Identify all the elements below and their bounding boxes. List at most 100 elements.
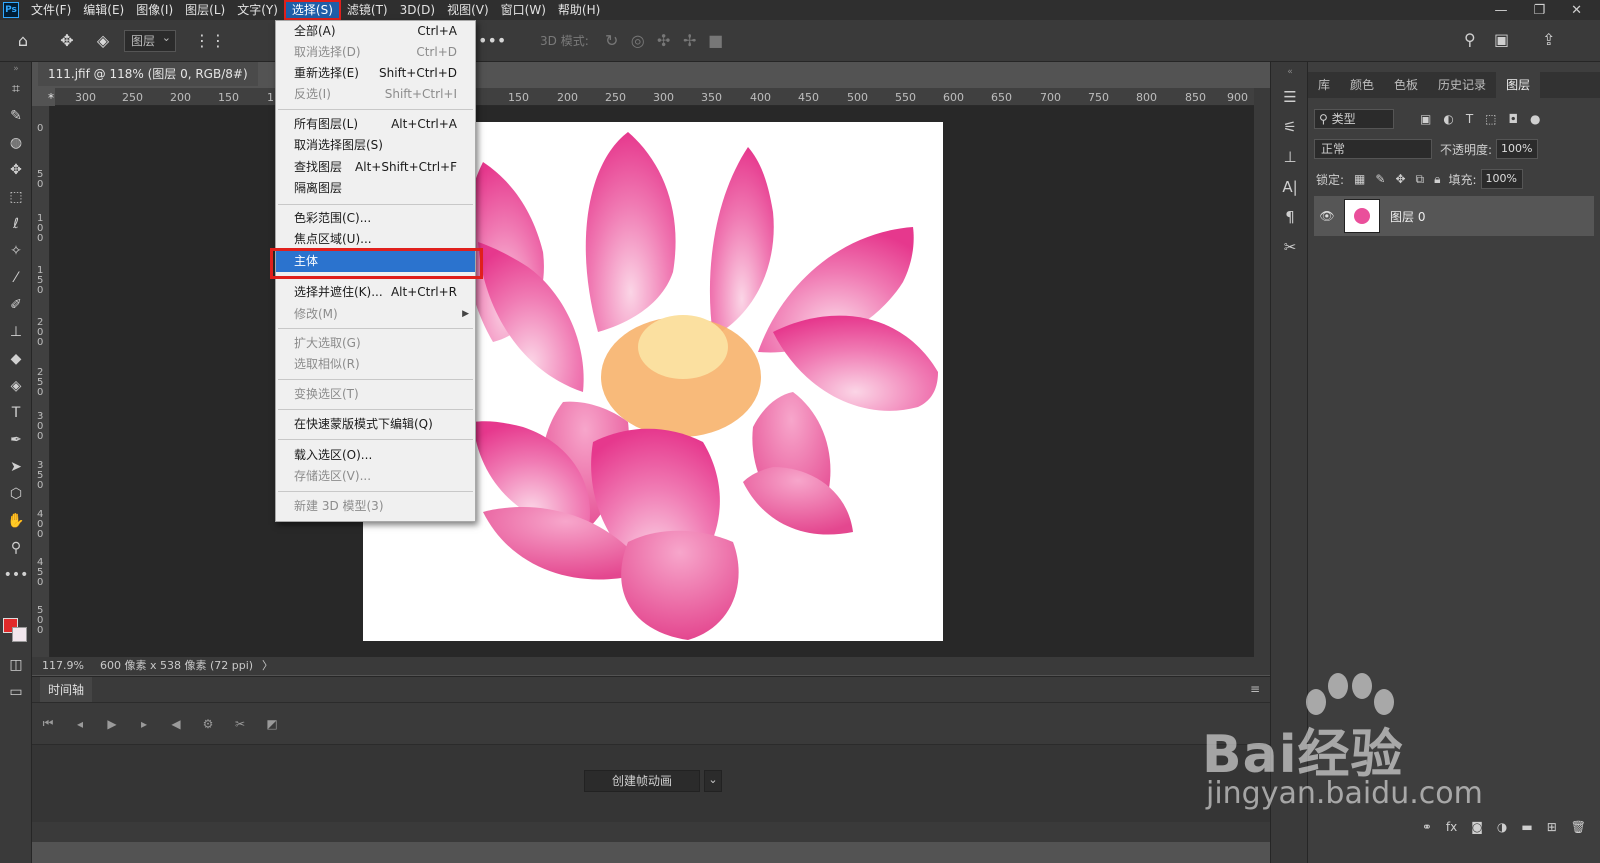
background-color-swatch[interactable]	[12, 627, 27, 642]
prev-frame-icon[interactable]: ◂	[64, 717, 96, 731]
next-frame-icon[interactable]: ▸	[128, 717, 160, 731]
menu-item-focus-area[interactable]: 焦点区域(U)...	[276, 229, 475, 250]
menu-item-find-layers[interactable]: 查找图层 Alt+Shift+Ctrl+F	[276, 157, 475, 178]
first-frame-icon[interactable]: ⏮	[32, 716, 64, 731]
add-mask-icon[interactable]: ◙	[1471, 820, 1483, 834]
more-tools-icon[interactable]: •••	[0, 562, 32, 589]
menu-type[interactable]: 文字(Y)	[231, 0, 284, 20]
play-icon[interactable]: ▶	[96, 717, 128, 731]
3d-pan-icon[interactable]: ✣	[653, 30, 675, 52]
pixel-filter-icon[interactable]: ▣	[1420, 112, 1431, 126]
create-frame-animation-button[interactable]: 创建帧动画	[584, 770, 700, 792]
menu-item-similar[interactable]: 选取相似(R)	[276, 354, 475, 375]
more-options-icon[interactable]: •••	[478, 30, 506, 52]
minimize-icon[interactable]: —	[1494, 3, 1507, 18]
canvas-area[interactable]	[50, 106, 1254, 657]
workspace-icon[interactable]: ▣	[1494, 30, 1509, 49]
crop-tool-icon[interactable]: ⌗	[0, 76, 32, 103]
menu-item-quick-mask[interactable]: 在快速蒙版模式下编辑(Q)	[276, 414, 475, 435]
menu-edit[interactable]: 编辑(E)	[77, 0, 130, 20]
blend-mode-select[interactable]: 正常	[1314, 139, 1432, 159]
link-layers-icon[interactable]: ⚭	[1422, 820, 1432, 834]
pen-tool-icon[interactable]: ✒	[0, 427, 32, 454]
menu-item-save-selection[interactable]: 存储选区(V)...	[276, 466, 475, 487]
quick-select-icon[interactable]: ✧	[0, 238, 32, 265]
collapse-icon[interactable]: «	[1271, 62, 1309, 82]
adjustment-filter-icon[interactable]: ◐	[1443, 112, 1453, 126]
status-arrow-icon[interactable]: 〉	[262, 657, 273, 675]
restore-icon[interactable]: ❐	[1533, 3, 1545, 18]
collapse-icon[interactable]: »	[0, 62, 32, 76]
menu-item-isolate-layers[interactable]: 隔离图层	[276, 178, 475, 199]
fx-icon[interactable]: fx	[1446, 820, 1457, 834]
tab-libraries[interactable]: 库	[1308, 72, 1340, 98]
ruler-tool-icon[interactable]: ✎	[0, 103, 32, 130]
adjustments-icon[interactable]: ⚟	[1271, 112, 1309, 142]
tab-layers[interactable]: 图层	[1496, 72, 1541, 98]
layer-row[interactable]: 👁︎ 图层 0	[1314, 196, 1594, 236]
layer-name[interactable]: 图层 0	[1390, 208, 1425, 225]
menu-item-select-and-mask[interactable]: 选择并遮住(K)... Alt+Ctrl+R	[276, 282, 475, 303]
clone-source-icon[interactable]: ⊥	[1271, 142, 1309, 172]
filter-toggle-icon[interactable]: ●	[1530, 112, 1540, 126]
visibility-eye-icon[interactable]: 👁︎	[1314, 209, 1340, 223]
menu-item-modify[interactable]: 修改(M) ▶	[276, 304, 475, 325]
menu-select[interactable]: 选择(S)	[283, 0, 341, 20]
menu-image[interactable]: 图像(I)	[130, 0, 179, 20]
path-select-icon[interactable]: ➤	[0, 454, 32, 481]
split-scissors-icon[interactable]: ✂	[224, 717, 256, 731]
vertical-scrollbar[interactable]	[1254, 88, 1270, 657]
3d-camera-icon[interactable]: ■	[705, 30, 727, 52]
home-icon[interactable]: ⌂	[12, 30, 34, 52]
quick-mask-icon[interactable]: ◫	[0, 652, 32, 679]
opacity-input[interactable]: 100%	[1496, 139, 1539, 159]
smart-object-filter-icon[interactable]: ◘	[1509, 112, 1519, 126]
menu-item-transform-selection[interactable]: 变换选区(T)	[276, 384, 475, 405]
marquee-tool-icon[interactable]: ⬚	[0, 184, 32, 211]
eraser-tool-icon[interactable]: ◆	[0, 346, 32, 373]
zoom-level[interactable]: 117.9%	[42, 657, 84, 675]
type-filter-icon[interactable]: T	[1466, 112, 1473, 126]
layers-stack-icon[interactable]: ◈	[92, 30, 114, 52]
menu-item-select-all[interactable]: 全部(A) Ctrl+A	[276, 21, 475, 42]
auto-select-dropdown[interactable]: 图层	[124, 28, 176, 52]
move-tool-icon[interactable]: ✥	[0, 157, 32, 184]
menu-item-deselect-layers[interactable]: 取消选择图层(S)	[276, 135, 475, 156]
lock-position-icon[interactable]: ✥	[1395, 172, 1405, 186]
gradient-tool-icon[interactable]: ◈	[0, 373, 32, 400]
menu-3d[interactable]: 3D(D)	[394, 0, 441, 20]
menu-window[interactable]: 窗口(W)	[495, 0, 552, 20]
lock-transparency-icon[interactable]: ▦	[1354, 172, 1365, 186]
3d-roll-icon[interactable]: ◎	[627, 30, 649, 52]
menu-file[interactable]: 文件(F)	[25, 0, 77, 20]
delete-layer-icon[interactable]: 🗑︎	[1571, 820, 1586, 834]
stamp-tool-icon[interactable]: ⊥	[0, 319, 32, 346]
timeline-tab[interactable]: 时间轴	[40, 677, 93, 703]
new-group-icon[interactable]: ▬	[1521, 820, 1532, 834]
menu-filter[interactable]: 滤镜(T)	[341, 0, 394, 20]
3d-slide-icon[interactable]: ✢	[679, 30, 701, 52]
3d-material-icon[interactable]: ◍	[0, 130, 32, 157]
new-adjustment-icon[interactable]: ◑	[1497, 820, 1507, 834]
menu-item-load-selection[interactable]: 载入选区(O)...	[276, 445, 475, 466]
menu-help[interactable]: 帮助(H)	[552, 0, 606, 20]
menu-item-new-3d-model[interactable]: 新建 3D 模型(3)	[276, 496, 475, 517]
shape-filter-icon[interactable]: ⬚	[1485, 112, 1496, 126]
tab-history[interactable]: 历史记录	[1428, 72, 1496, 98]
tab-color[interactable]: 颜色	[1340, 72, 1384, 98]
brush-tool-icon[interactable]: ✐	[0, 292, 32, 319]
lock-pixels-icon[interactable]: ✎	[1375, 172, 1385, 186]
menu-item-inverse[interactable]: 反选(I) Shift+Ctrl+I	[276, 84, 475, 105]
layer-kind-filter[interactable]: ⚲ 类型	[1314, 109, 1394, 129]
3d-orbit-icon[interactable]: ↻	[601, 30, 623, 52]
document-tab[interactable]: 111.jfif @ 118% (图层 0, RGB/8#) *×	[38, 62, 258, 105]
brush-settings-icon[interactable]: ☰	[1271, 82, 1309, 112]
zoom-tool-icon[interactable]: ⚲	[0, 535, 32, 562]
menu-item-deselect[interactable]: 取消选择(D) Ctrl+D	[276, 42, 475, 63]
menu-item-all-layers[interactable]: 所有图层(L) Alt+Ctrl+A	[276, 114, 475, 135]
close-window-icon[interactable]: ✕	[1571, 3, 1582, 18]
lasso-tool-icon[interactable]: ℓ	[0, 211, 32, 238]
shape-tool-icon[interactable]: ⬡	[0, 481, 32, 508]
tools-preset-icon[interactable]: ✂	[1271, 232, 1309, 262]
audio-icon[interactable]: ◀	[160, 717, 192, 731]
